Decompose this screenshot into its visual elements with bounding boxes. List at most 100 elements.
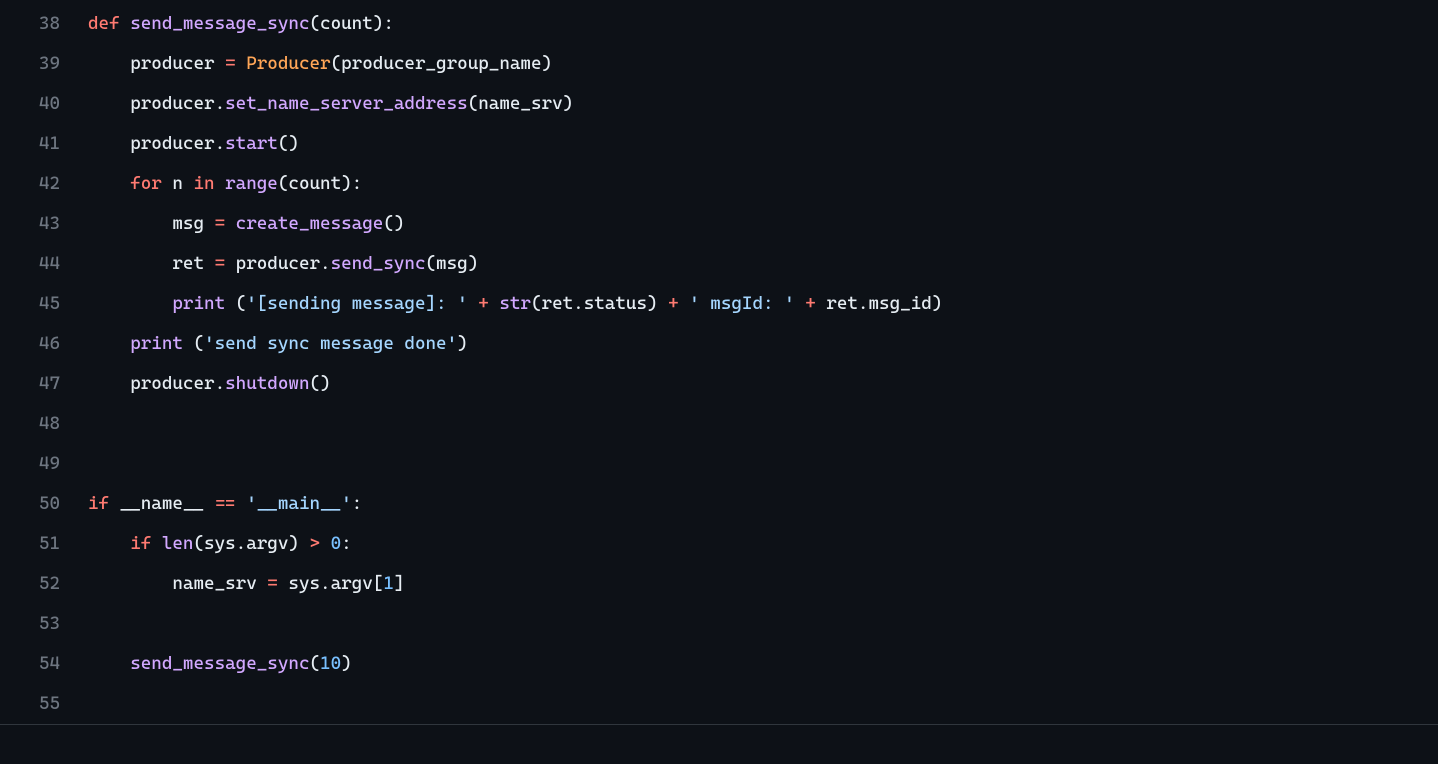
code-line[interactable]: 52 name_srv = sys.argv[1]	[0, 564, 1438, 604]
token-punc: :	[352, 493, 363, 514]
token-punc: (	[309, 653, 320, 674]
token-punc: .	[215, 373, 226, 394]
token-punc	[236, 53, 247, 74]
code-line[interactable]: 39 producer = Producer(producer_group_na…	[0, 44, 1438, 84]
token-punc	[88, 253, 172, 274]
token-punc	[88, 373, 130, 394]
token-punc: (	[331, 53, 342, 74]
token-punc	[795, 293, 806, 314]
line-code[interactable]: name_srv = sys.argv[1]	[88, 564, 1438, 604]
line-code[interactable]: ret = producer.send_sync(msg)	[88, 244, 1438, 284]
line-code[interactable]: send_message_sync(10)	[88, 644, 1438, 684]
token-var: name_srv	[172, 573, 256, 594]
code-line[interactable]: 53	[0, 604, 1438, 644]
token-punc: ):	[373, 13, 394, 34]
token-var: status	[584, 293, 647, 314]
token-op: =	[267, 573, 278, 594]
token-var: __name__	[120, 493, 204, 514]
token-punc: (	[278, 173, 289, 194]
token-var: n	[172, 173, 183, 194]
token-punc: (	[183, 333, 204, 354]
code-line[interactable]: 43 msg = create_message()	[0, 204, 1438, 244]
line-code[interactable]: msg = create_message()	[88, 204, 1438, 244]
line-number: 43	[0, 204, 88, 244]
token-punc: (	[468, 93, 479, 114]
token-punc: )	[341, 653, 352, 674]
line-code[interactable]: producer.shutdown()	[88, 364, 1438, 404]
token-punc: )	[563, 93, 574, 114]
token-var: producer	[130, 133, 214, 154]
token-var: msg_id	[868, 293, 931, 314]
line-number: 44	[0, 244, 88, 284]
token-var: producer_group_name	[341, 53, 541, 74]
token-punc	[88, 333, 130, 354]
token-punc: .	[320, 573, 331, 594]
token-var: msg	[172, 213, 204, 234]
token-var: msg	[436, 253, 468, 274]
token-punc: (	[426, 253, 437, 274]
token-kw: if	[130, 533, 151, 554]
token-punc: .	[858, 293, 869, 314]
code-line[interactable]: 38def send_message_sync(count):	[0, 4, 1438, 44]
line-code[interactable]: producer.set_name_server_address(name_sr…	[88, 84, 1438, 124]
token-punc	[109, 493, 120, 514]
code-line[interactable]: 54 send_message_sync(10)	[0, 644, 1438, 684]
line-number: 49	[0, 444, 88, 484]
code-line[interactable]: 46 print ('send sync message done')	[0, 324, 1438, 364]
token-str: ' msgId: '	[689, 293, 794, 314]
token-fn: send_message_sync	[130, 13, 309, 34]
token-var: producer	[236, 253, 320, 274]
token-punc: .	[236, 533, 247, 554]
token-punc	[204, 253, 215, 274]
code-line[interactable]: 44 ret = producer.send_sync(msg)	[0, 244, 1438, 284]
code-line[interactable]: 55	[0, 684, 1438, 724]
token-kw: for	[130, 173, 162, 194]
token-op: =	[215, 213, 226, 234]
token-punc: [	[373, 573, 384, 594]
token-punc	[236, 493, 247, 514]
code-line[interactable]: 50if __name__ == '__main__':	[0, 484, 1438, 524]
token-num: 10	[320, 653, 341, 674]
token-punc	[183, 173, 194, 194]
token-punc	[204, 213, 215, 234]
token-punc	[88, 53, 130, 74]
token-fn: start	[225, 133, 278, 154]
line-number: 51	[0, 524, 88, 564]
line-code[interactable]: producer = Producer(producer_group_name)	[88, 44, 1438, 84]
token-punc: ):	[341, 173, 362, 194]
token-fn: shutdown	[225, 373, 309, 394]
line-code[interactable]: for n in range(count):	[88, 164, 1438, 204]
token-punc: ()	[309, 373, 330, 394]
token-op: +	[478, 293, 489, 314]
line-code[interactable]: print ('[sending message]: ' + str(ret.s…	[88, 284, 1438, 324]
code-line[interactable]: 49	[0, 444, 1438, 484]
token-punc: )	[288, 533, 309, 554]
token-punc: (	[309, 13, 320, 34]
line-number: 50	[0, 484, 88, 524]
code-line[interactable]: 47 producer.shutdown()	[0, 364, 1438, 404]
token-var: ret	[542, 293, 574, 314]
token-punc	[162, 173, 173, 194]
token-var: ret	[172, 253, 204, 274]
code-line[interactable]: 40 producer.set_name_server_address(name…	[0, 84, 1438, 124]
code-line[interactable]: 42 for n in range(count):	[0, 164, 1438, 204]
code-line[interactable]: 45 print ('[sending message]: ' + str(re…	[0, 284, 1438, 324]
token-var: count	[320, 13, 373, 34]
code-line[interactable]: 41 producer.start()	[0, 124, 1438, 164]
code-line[interactable]: 51 if len(sys.argv) > 0:	[0, 524, 1438, 564]
token-var: sys	[288, 573, 320, 594]
token-punc	[225, 213, 236, 234]
token-punc: )	[457, 333, 468, 354]
code-editor[interactable]: 38def send_message_sync(count):39 produc…	[0, 4, 1438, 725]
line-code[interactable]: producer.start()	[88, 124, 1438, 164]
line-code[interactable]: def send_message_sync(count):	[88, 4, 1438, 44]
code-line[interactable]: 48	[0, 404, 1438, 444]
line-code[interactable]: if __name__ == '__main__':	[88, 484, 1438, 524]
token-punc: :	[341, 533, 352, 554]
line-code[interactable]: print ('send sync message done')	[88, 324, 1438, 364]
token-punc: (	[225, 293, 246, 314]
token-fn: str	[499, 293, 531, 314]
token-punc: .	[215, 133, 226, 154]
line-code[interactable]: if len(sys.argv) > 0:	[88, 524, 1438, 564]
token-kw: in	[193, 173, 214, 194]
